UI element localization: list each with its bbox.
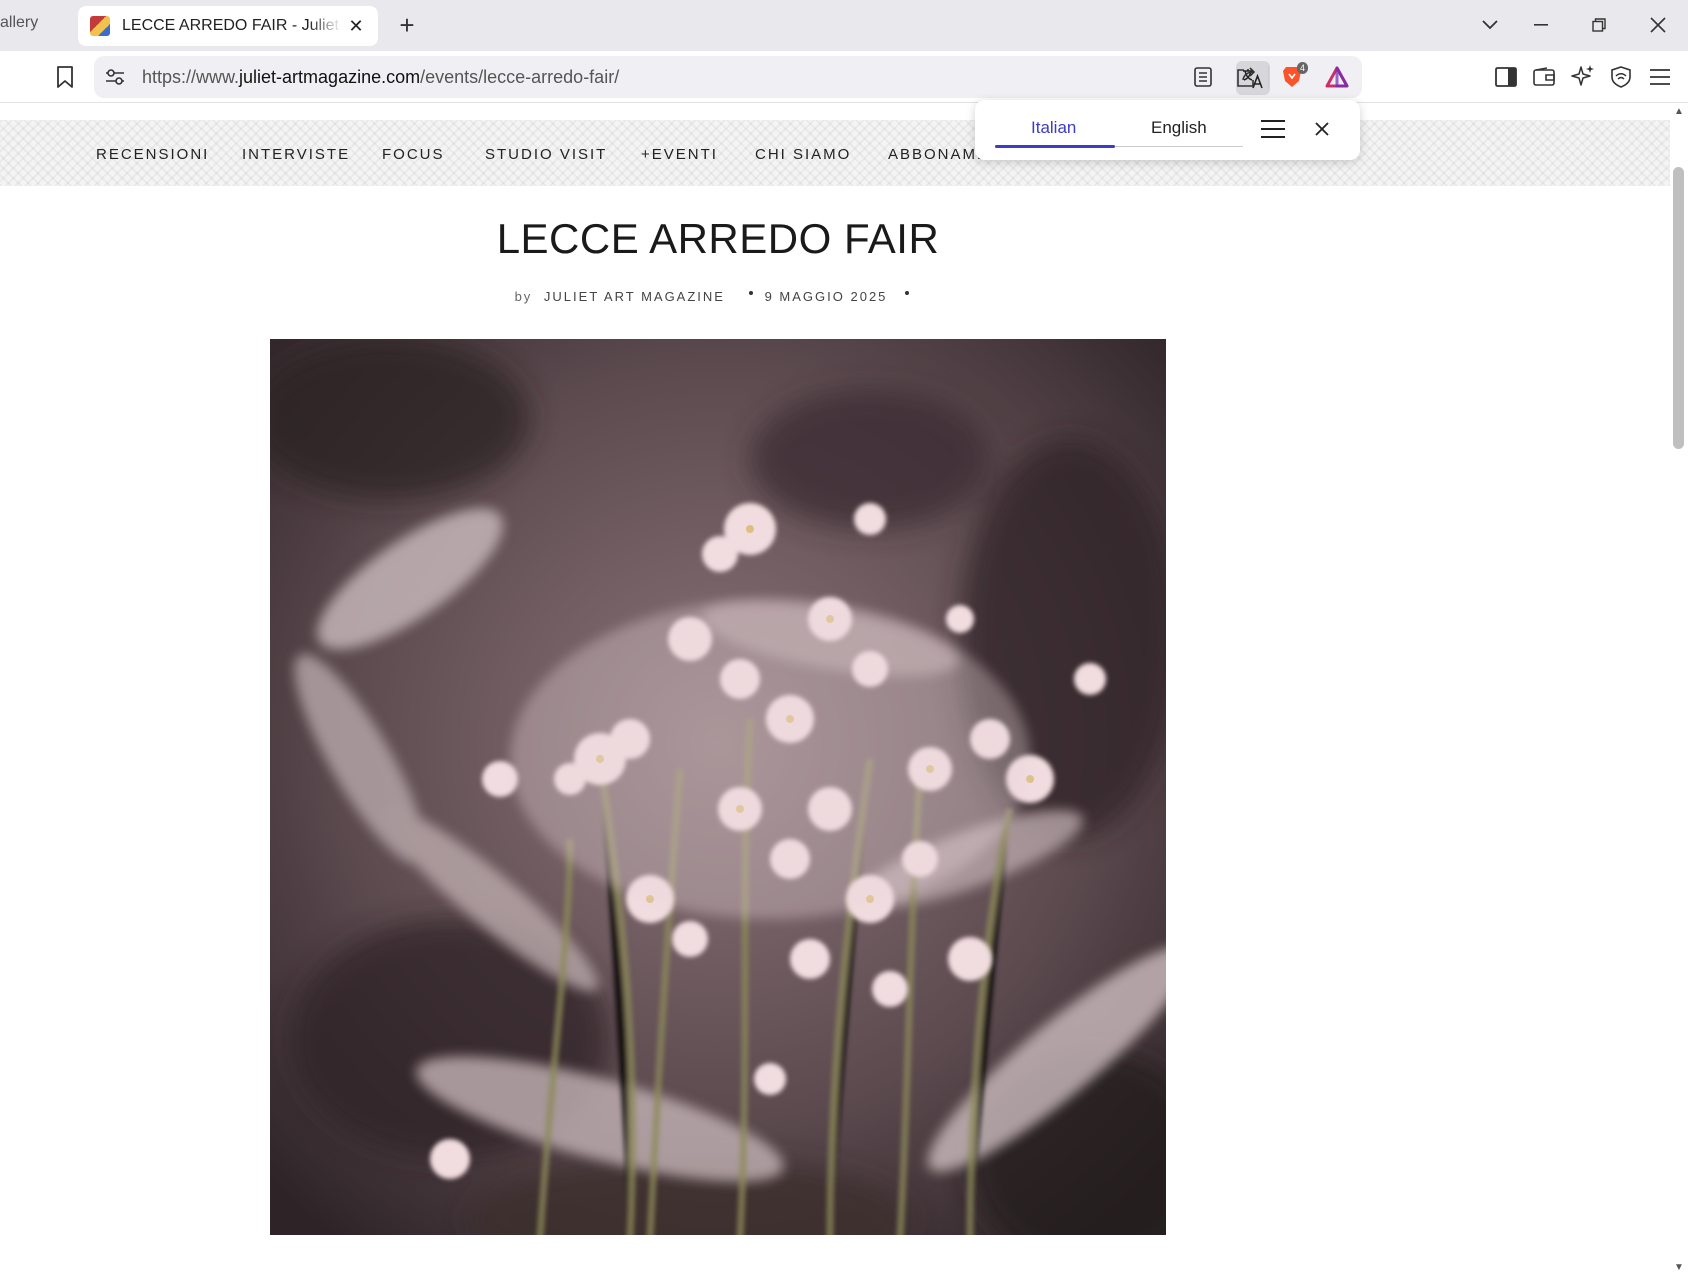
scroll-up-arrow-icon[interactable]: ▲: [1671, 106, 1687, 117]
page-scrollbar-thumb[interactable]: [1673, 167, 1684, 449]
tab-list-chevron-down-icon[interactable]: [1472, 10, 1508, 40]
share-icon[interactable]: [1234, 65, 1258, 89]
wallet-icon[interactable]: [1532, 65, 1556, 89]
previous-tab[interactable]: allery: [0, 14, 38, 32]
meta-separator-dot: [905, 291, 910, 295]
nav-eventi[interactable]: +EVENTI: [641, 146, 718, 163]
active-language-indicator: [995, 145, 1115, 148]
leo-ai-icon[interactable]: [1570, 63, 1596, 89]
scroll-down-arrow-icon[interactable]: ▼: [1671, 1262, 1687, 1273]
translate-options-menu-icon[interactable]: [1259, 116, 1287, 142]
translate-close-icon[interactable]: [1311, 118, 1333, 140]
shields-count-badge: 4: [1296, 62, 1308, 74]
nav-chi-siamo[interactable]: CHI SIAMO: [755, 146, 851, 163]
site-settings-icon[interactable]: [104, 66, 126, 88]
bookmark-icon[interactable]: [52, 64, 78, 90]
featured-artwork-image: [270, 339, 1166, 1235]
url-text[interactable]: https://www.juliet-artmagazine.com/event…: [142, 67, 619, 88]
close-window-icon[interactable]: [1640, 10, 1676, 40]
browser-toolbar: https://www.juliet-artmagazine.com/event…: [0, 51, 1688, 103]
article-author[interactable]: JULIET ART MAGAZINE: [544, 289, 725, 304]
article-date: 9 MAGGIO 2025: [764, 289, 888, 304]
tab-strip: allery LECCE ARREDO FAIR - Juliet Art Ma…: [0, 0, 1688, 51]
brave-shields-icon[interactable]: 4: [1280, 62, 1308, 90]
new-tab-plus-icon[interactable]: +: [394, 10, 420, 40]
sidebar-toggle-icon[interactable]: [1494, 65, 1518, 89]
vpn-shield-icon[interactable]: [1609, 64, 1633, 90]
reader-mode-icon[interactable]: [1192, 66, 1214, 88]
artwork-painting: [270, 339, 1166, 1235]
translate-popup: Italian English: [975, 100, 1360, 160]
toolbar-divider: [1268, 66, 1269, 88]
minimize-icon[interactable]: [1523, 10, 1559, 40]
nav-studio-visit[interactable]: STUDIO VISIT: [485, 146, 607, 163]
nav-recensioni[interactable]: RECENSIONI: [96, 146, 209, 163]
article-title: LECCE ARREDO FAIR: [496, 215, 940, 262]
address-bar[interactable]: https://www.juliet-artmagazine.com/event…: [94, 56, 1362, 98]
restore-icon[interactable]: [1581, 10, 1617, 40]
target-language-tab[interactable]: English: [1151, 118, 1207, 138]
byline-label: by: [514, 289, 533, 304]
nav-focus[interactable]: FOCUS: [382, 146, 445, 163]
site-favicon-icon: [90, 16, 110, 36]
main-menu-icon[interactable]: [1648, 65, 1672, 89]
meta-separator-dot: [748, 291, 753, 295]
active-tab[interactable]: LECCE ARREDO FAIR - Juliet Art Magazine …: [78, 6, 378, 46]
language-tab-divider: [1115, 146, 1243, 147]
source-language-tab[interactable]: Italian: [1031, 118, 1076, 138]
site-navigation: RECENSIONI INTERVISTE FOCUS STUDIO VISIT…: [0, 120, 1670, 186]
tab-close-icon[interactable]: ✕: [346, 16, 366, 37]
tab-title: LECCE ARREDO FAIR - Juliet Art Magazine: [122, 17, 342, 34]
nav-interviste[interactable]: INTERVISTE: [242, 146, 350, 163]
brave-rewards-icon[interactable]: [1324, 65, 1350, 89]
article-meta: by JULIET ART MAGAZINE 9 MAGGIO 2025: [0, 289, 1436, 304]
